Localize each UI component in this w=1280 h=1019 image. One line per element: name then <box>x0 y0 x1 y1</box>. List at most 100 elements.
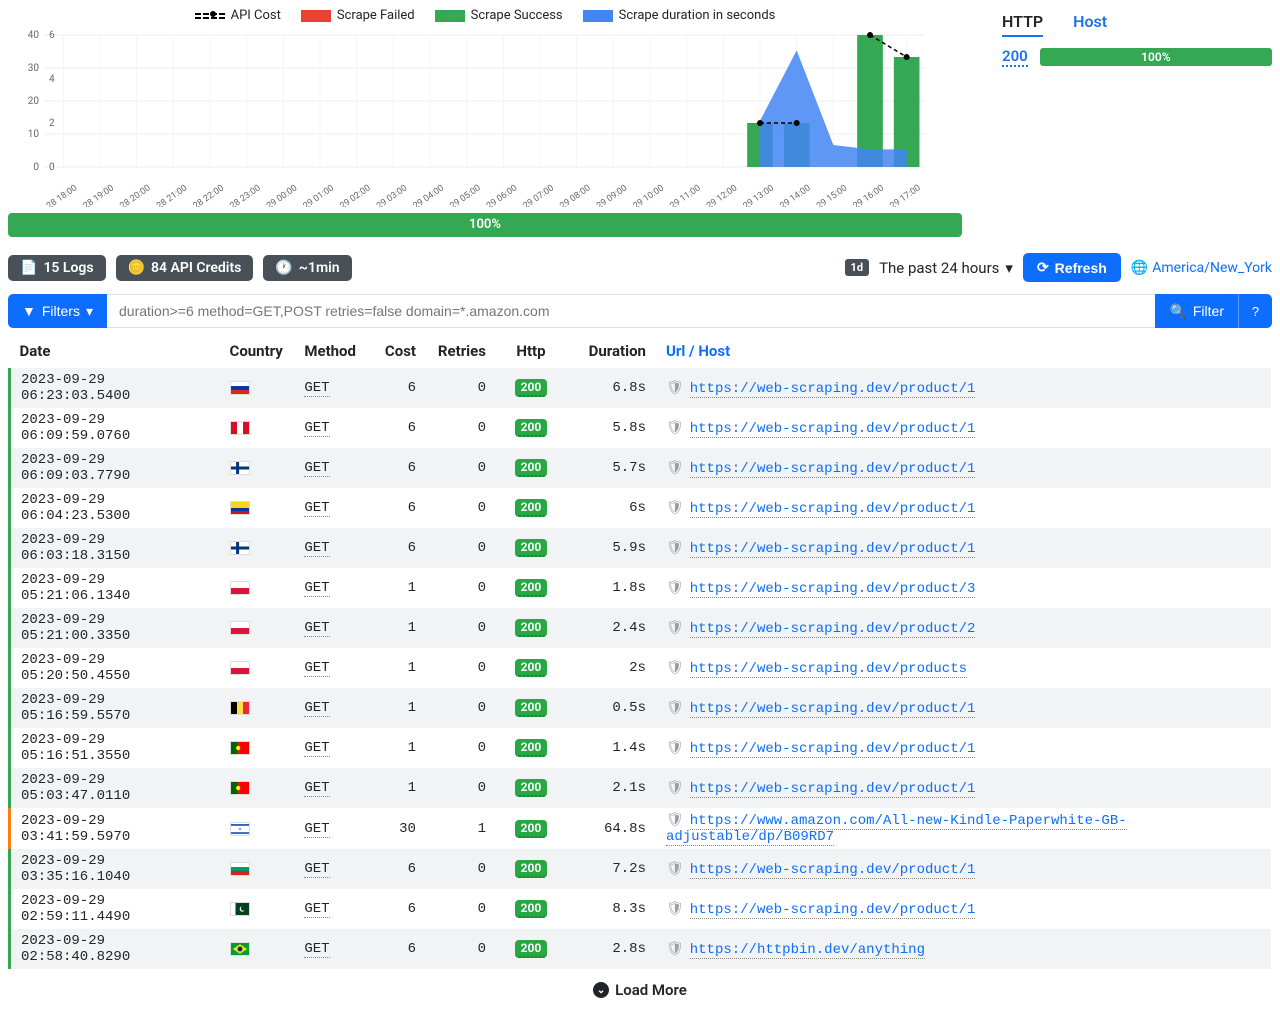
table-row[interactable]: 2023-09-29 03:35:16.1040GET602007.2s🛡htt… <box>10 849 1271 889</box>
load-more-button[interactable]: ⌄ Load More <box>8 969 1272 1011</box>
url-link[interactable]: https://web-scraping.dev/product/1 <box>690 741 976 758</box>
url-link[interactable]: https://httpbin.dev/anything <box>690 942 925 959</box>
cell-method: GET <box>294 688 366 728</box>
table-row[interactable]: 2023-09-29 02:59:11.4490GET602008.3s🛡htt… <box>10 889 1271 929</box>
table-row[interactable]: 2023-09-29 05:03:47.0110GET102002.1s🛡htt… <box>10 768 1271 808</box>
cell-country <box>220 728 295 768</box>
cell-duration: 5.7s <box>566 448 656 488</box>
table-row[interactable]: 2023-09-29 05:16:51.3550GET102001.4s🛡htt… <box>10 728 1271 768</box>
cell-cost: 6 <box>366 528 426 568</box>
cell-url: 🛡https://web-scraping.dev/products <box>656 648 1271 688</box>
main-chart: API Cost Scrape Failed Scrape Success Sc… <box>8 8 962 237</box>
table-row[interactable]: 2023-09-29 03:41:59.5970✡GET30120064.8s🛡… <box>10 808 1271 849</box>
cell-method: GET <box>294 648 366 688</box>
swatch-api-cost <box>195 13 225 19</box>
table-row[interactable]: 2023-09-29 06:23:03.5400GET602006.8s🛡htt… <box>10 368 1271 408</box>
table-row[interactable]: 2023-09-29 05:21:06.1340GET102001.8s🛡htt… <box>10 568 1271 608</box>
cell-cost: 30 <box>366 808 426 849</box>
table-row[interactable]: 2023-09-29 05:20:50.4550GET102002s🛡https… <box>10 648 1271 688</box>
svg-text:29 06:00: 29 06:00 <box>485 183 519 207</box>
filters-dropdown-button[interactable]: ▼Filters▾ <box>8 294 107 328</box>
cell-country <box>220 448 295 488</box>
table-row[interactable]: 2023-09-29 06:09:59.0760GET602005.8s🛡htt… <box>10 408 1271 448</box>
legend-duration: Scrape duration in seconds <box>619 8 776 23</box>
cell-cost: 1 <box>366 568 426 608</box>
url-link[interactable]: https://web-scraping.dev/product/1 <box>690 541 976 558</box>
filter-button[interactable]: 🔍Filter <box>1155 294 1238 328</box>
cell-retries: 0 <box>426 408 496 448</box>
url-link[interactable]: https://web-scraping.dev/product/3 <box>690 581 976 598</box>
header-method[interactable]: Method <box>294 334 366 368</box>
chevron-down-icon: ▾ <box>86 303 93 320</box>
url-link[interactable]: https://web-scraping.dev/product/2 <box>690 621 976 638</box>
cell-duration: 64.8s <box>566 808 656 849</box>
cell-retries: 0 <box>426 929 496 969</box>
header-url[interactable]: Url / Host <box>656 334 1271 368</box>
chart-legend: API Cost Scrape Failed Scrape Success Sc… <box>8 8 962 23</box>
header-duration[interactable]: Duration <box>566 334 656 368</box>
url-link[interactable]: https://web-scraping.dev/product/1 <box>690 902 976 919</box>
table-row[interactable]: 2023-09-29 06:09:03.7790GET602005.7s🛡htt… <box>10 448 1271 488</box>
cell-retries: 0 <box>426 488 496 528</box>
header-http[interactable]: Http <box>496 334 566 368</box>
cell-duration: 5.9s <box>566 528 656 568</box>
cell-date: 2023-09-29 05:20:50.4550 <box>10 648 220 688</box>
cell-cost: 6 <box>366 488 426 528</box>
file-icon: 📄 <box>20 260 37 276</box>
url-link[interactable]: https://web-scraping.dev/product/1 <box>690 421 976 438</box>
cell-method: GET <box>294 488 366 528</box>
cell-http: 200 <box>496 808 566 849</box>
cell-duration: 1.8s <box>566 568 656 608</box>
cell-country <box>220 889 295 929</box>
timezone-link[interactable]: 🌐America/New_York <box>1131 260 1272 276</box>
url-link[interactable]: https://web-scraping.dev/product/1 <box>690 461 976 478</box>
time-pill[interactable]: 🕐~1min <box>263 255 351 281</box>
refresh-button[interactable]: ⟳Refresh <box>1023 253 1121 282</box>
legend-success: Scrape Success <box>471 8 563 23</box>
logs-pill[interactable]: 📄15 Logs <box>8 255 106 281</box>
url-link[interactable]: https://web-scraping.dev/product/1 <box>690 701 976 718</box>
cell-retries: 0 <box>426 368 496 408</box>
cell-cost: 6 <box>366 889 426 929</box>
svg-text:20: 20 <box>28 96 40 107</box>
header-date[interactable]: Date <box>10 334 220 368</box>
svg-text:30: 30 <box>28 63 40 74</box>
cell-cost: 1 <box>366 608 426 648</box>
url-link[interactable]: https://web-scraping.dev/product/1 <box>690 781 976 798</box>
table-row[interactable]: 2023-09-29 06:03:18.3150GET602005.9s🛡htt… <box>10 528 1271 568</box>
cell-country <box>220 648 295 688</box>
filter-help-button[interactable]: ? <box>1238 294 1272 328</box>
credits-pill[interactable]: 🪙84 API Credits <box>116 255 254 281</box>
range-dropdown[interactable]: The past 24 hours▾ <box>879 259 1013 277</box>
table-row[interactable]: 2023-09-29 05:21:00.3350GET102002.4s🛡htt… <box>10 608 1271 648</box>
filter-input[interactable] <box>107 294 1155 328</box>
cell-cost: 6 <box>366 849 426 889</box>
table-row[interactable]: 2023-09-29 05:16:59.5570GET102000.5s🛡htt… <box>10 688 1271 728</box>
cell-url: 🛡https://web-scraping.dev/product/1 <box>656 889 1271 929</box>
cell-method: GET <box>294 528 366 568</box>
tab-host[interactable]: Host <box>1073 12 1107 37</box>
url-link[interactable]: https://web-scraping.dev/product/1 <box>690 501 976 518</box>
cell-duration: 2.1s <box>566 768 656 808</box>
svg-text:40: 40 <box>28 30 40 41</box>
cell-duration: 1.4s <box>566 728 656 768</box>
url-link[interactable]: https://www.amazon.com/All-new-Kindle-Pa… <box>666 813 1127 846</box>
url-link[interactable]: https://web-scraping.dev/product/1 <box>690 862 976 879</box>
tab-http[interactable]: HTTP <box>1002 12 1043 37</box>
status-code-200[interactable]: 200 <box>1002 47 1028 67</box>
cell-date: 2023-09-29 02:59:11.4490 <box>10 889 220 929</box>
table-row[interactable]: 2023-09-29 02:58:40.8290GET602002.8s🛡htt… <box>10 929 1271 969</box>
header-cost[interactable]: Cost <box>366 334 426 368</box>
cell-retries: 0 <box>426 608 496 648</box>
cell-url: 🛡https://web-scraping.dev/product/1 <box>656 688 1271 728</box>
cell-duration: 2.8s <box>566 929 656 969</box>
table-row[interactable]: 2023-09-29 06:04:23.5300GET602006s🛡https… <box>10 488 1271 528</box>
legend-failed: Scrape Failed <box>337 8 415 23</box>
header-country[interactable]: Country <box>220 334 295 368</box>
url-link[interactable]: https://web-scraping.dev/products <box>690 661 967 678</box>
header-retries[interactable]: Retries <box>426 334 496 368</box>
shield-icon: 🛡 <box>666 942 684 958</box>
url-link[interactable]: https://web-scraping.dev/product/1 <box>690 381 976 398</box>
filter-bar: ▼Filters▾ 🔍Filter ? <box>8 294 1272 328</box>
cell-country <box>220 929 295 969</box>
